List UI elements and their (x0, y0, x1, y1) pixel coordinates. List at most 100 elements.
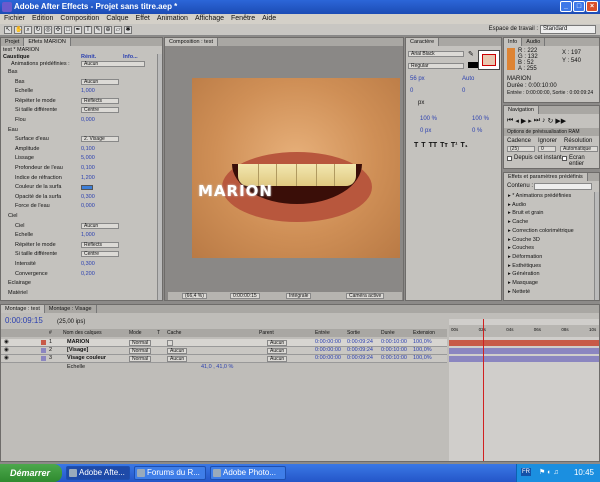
layer-ext[interactable]: 100,0% (413, 347, 432, 354)
col-name[interactable]: Nom des calques (63, 329, 102, 337)
menu-aide[interactable]: Aide (262, 14, 276, 24)
visibility-eye-icon[interactable]: ◉ (4, 339, 9, 346)
layer-parent[interactable]: Aucun (267, 348, 288, 354)
effect-param-value[interactable]: 1,000 (81, 232, 95, 239)
font-size-field[interactable]: 56 px (410, 76, 425, 82)
effect-param-row[interactable]: Flou 0,000 (1, 117, 162, 124)
effect-param-row[interactable]: Echelle 1,000 (1, 232, 162, 239)
effect-category-item[interactable]: ▸ Génération (504, 271, 599, 278)
effect-category-item[interactable]: ▸ Couche 3D (504, 237, 599, 244)
all-caps-button[interactable]: TT (429, 142, 438, 149)
leading-field[interactable]: Auto (462, 76, 474, 82)
vertical-scale-field[interactable]: 100 % (420, 116, 437, 122)
effect-param-value[interactable]: 0,200 (81, 271, 95, 278)
composition-viewer[interactable]: MARION (192, 78, 400, 258)
info-link[interactable]: Info... (123, 54, 138, 61)
layer-name[interactable]: [Visage] (67, 347, 88, 354)
ignore-field[interactable]: 0 (538, 146, 556, 152)
time-ruler[interactable]: 00s02s04s06s08s10s (449, 325, 599, 337)
effects-scrollbar[interactable] (157, 54, 162, 300)
audio-icon[interactable]: ♪ (542, 117, 546, 125)
effect-param-row[interactable]: Bas (1, 69, 162, 76)
presets-dropdown[interactable]: Aucun (81, 61, 145, 67)
timeline-timecode[interactable]: 0:00:09:15 (5, 316, 43, 325)
layer-name[interactable]: MARION (67, 339, 89, 346)
layer-dur[interactable]: 0:00:10:00 (381, 339, 407, 346)
start-button[interactable]: Démarrer (0, 464, 62, 482)
effect-param-dropdown[interactable]: Aucun (81, 222, 119, 229)
from-current-checkbox[interactable] (507, 156, 512, 161)
tab-audio[interactable]: Audio (522, 38, 546, 46)
resolution-dropdown-preview[interactable]: Automatique (560, 146, 598, 152)
effect-category-item[interactable]: ▸ Déformation (504, 254, 599, 261)
layer-mode[interactable]: Normal (129, 356, 152, 362)
effect-param-value[interactable]: 1,200 (81, 175, 95, 182)
prev-frame-icon[interactable]: ◂ (515, 117, 519, 125)
layer-name[interactable]: Visage couleur (67, 355, 106, 362)
menu-composition[interactable]: Composition (60, 14, 99, 24)
task-forums[interactable]: Forums du R... (134, 466, 206, 480)
layer-out[interactable]: 0:00:09:24 (347, 355, 373, 362)
superscript-button[interactable]: T¹ (451, 142, 458, 149)
effect-param-row[interactable]: Intensité 0,300 (1, 261, 162, 268)
close-button[interactable]: × (586, 1, 598, 12)
effect-category-item[interactable]: ▸ Audio (504, 202, 599, 209)
menu-affichage[interactable]: Affichage (195, 14, 224, 24)
mask-tool-icon[interactable]: □ (64, 26, 72, 34)
tab-montage-test[interactable]: Montage : test (1, 305, 45, 313)
table-row[interactable]: ◉ 3 Visage couleur Normal Aucun Aucun 0:00:00:… (1, 355, 447, 363)
layer-dur[interactable]: 0:00:10:00 (381, 355, 407, 362)
faux-italic-button[interactable]: T (421, 142, 425, 149)
camera-tool-icon[interactable]: ◎ (44, 26, 52, 34)
hand-tool-icon[interactable]: ✋ (14, 26, 22, 34)
effect-param-row[interactable]: Répéter le mode Reflects (1, 241, 162, 249)
effect-category-item[interactable]: ▸ Couches (504, 245, 599, 252)
layer-cache[interactable]: Aucun (167, 348, 188, 354)
tsume-field[interactable]: 0 % (472, 128, 482, 134)
pen-tool-icon[interactable]: ✒ (74, 26, 82, 34)
tab-composition-test[interactable]: Composition : test (165, 38, 219, 46)
col-duration[interactable]: Durée (381, 329, 395, 337)
effect-param-row[interactable]: Surface d'eau 2. Visage (1, 136, 162, 143)
tab-effets-presets[interactable]: Effets et paramètres prédéfinis (504, 173, 588, 181)
pan-behind-tool-icon[interactable]: ✣ (54, 26, 62, 34)
effect-param-dropdown[interactable]: Aucun (81, 78, 119, 85)
ram-preview-options[interactable]: Options de prévisualisation RAM (504, 128, 599, 136)
col-cache[interactable]: Cache (167, 329, 181, 337)
effect-category-item[interactable]: ▸ * Animations prédéfinies (504, 193, 599, 200)
minimize-button[interactable]: _ (560, 1, 572, 12)
col-mode[interactable]: Mode (129, 329, 142, 337)
tab-info[interactable]: Info (504, 38, 523, 46)
stroke-color-swatch[interactable] (482, 54, 496, 66)
menu-calque[interactable]: Calque (106, 14, 128, 24)
effect-category-item[interactable]: ▸ Correction colorimétrique (504, 228, 599, 235)
subscript-button[interactable]: T₁ (460, 142, 467, 149)
baseline-shift-field[interactable]: 0 px (420, 128, 431, 134)
layer-duration-bar[interactable] (449, 356, 599, 362)
last-frame-icon[interactable]: ⏭ (534, 117, 540, 125)
effect-param-value[interactable]: 0,100 (81, 146, 95, 153)
table-row[interactable]: ◉ 2 [Visage] Normal Aucun Aucun 0:00:00:00 0:00… (1, 347, 447, 355)
zoom-tool-icon[interactable]: ⌕ (24, 26, 32, 34)
effect-param-row[interactable]: Si taille différente Centre (1, 107, 162, 114)
selection-tool-icon[interactable]: ↖ (4, 26, 12, 34)
workspace-select[interactable]: Standard (540, 25, 596, 34)
layer-mode[interactable]: Normal (129, 348, 152, 354)
language-indicator[interactable]: FR (521, 468, 531, 476)
eraser-tool-icon[interactable]: ▱ (114, 26, 122, 34)
layer-out[interactable]: 0:00:09:24 (347, 339, 373, 346)
font-dropdown[interactable]: Arial Black (408, 51, 464, 57)
reset-link[interactable]: Rénit. (81, 54, 96, 61)
effect-param-dropdown[interactable]: Reflects (81, 241, 119, 248)
layer-mode[interactable]: Normal (129, 340, 152, 346)
effect-param-row[interactable]: Répéter le mode Reflects (1, 97, 162, 105)
tab-navigation[interactable]: Navigation (504, 106, 539, 114)
cadence-dropdown[interactable]: (25) (507, 146, 535, 152)
effect-category-item[interactable]: ▸ Bruit et grain (504, 210, 599, 217)
effect-param-dropdown[interactable]: Centre (81, 107, 119, 114)
visibility-eye-icon[interactable]: ◉ (4, 347, 9, 354)
effect-param-value[interactable]: 0,000 (81, 203, 95, 210)
effect-param-row[interactable]: Bas Aucun (1, 78, 162, 86)
tray-icons[interactable]: ⚑ ◐ ♫ (539, 468, 559, 476)
effect-param-value[interactable]: 0,300 (81, 261, 95, 268)
